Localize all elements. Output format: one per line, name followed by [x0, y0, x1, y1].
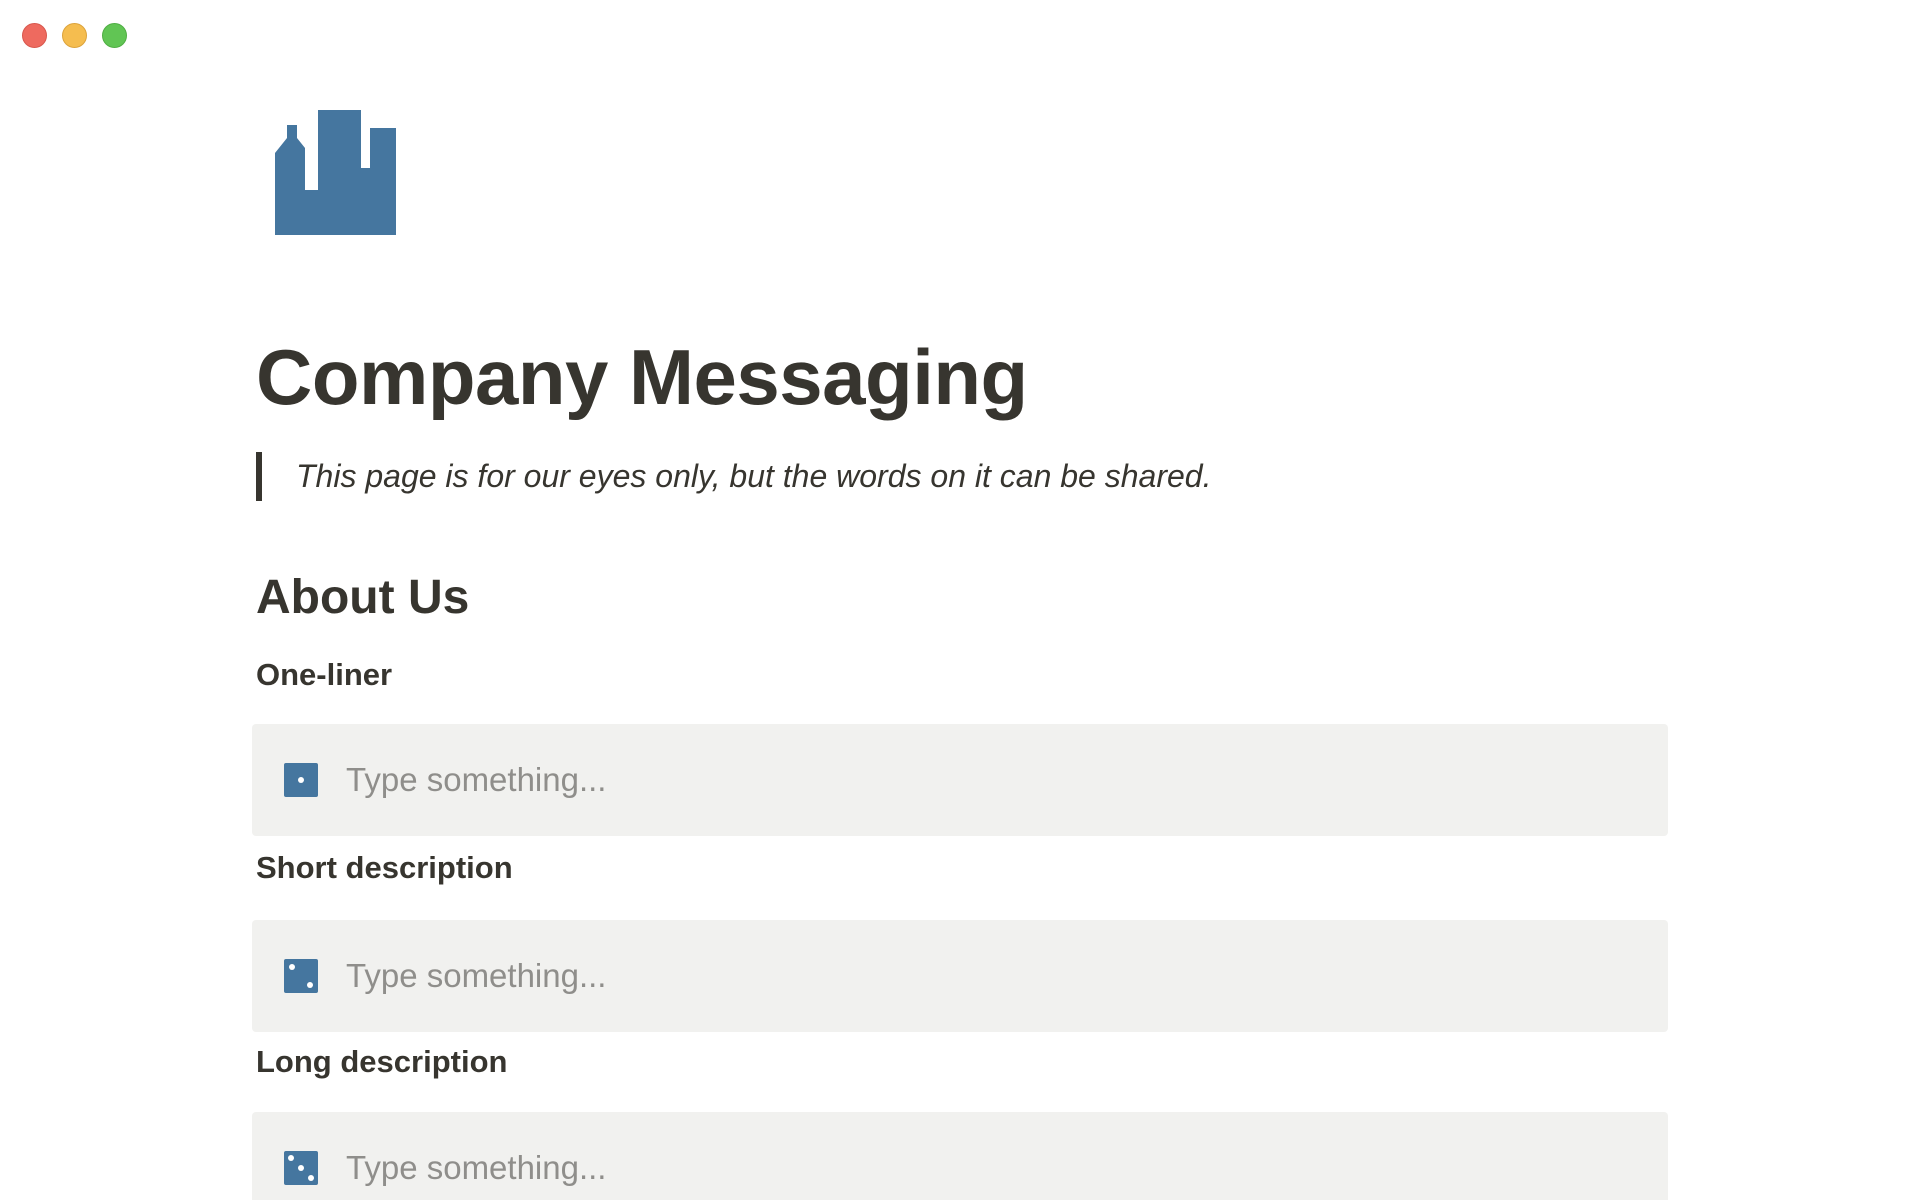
short-description-callout[interactable]: [252, 920, 1668, 1032]
long-description-input[interactable]: [346, 1149, 1596, 1187]
short-description-input[interactable]: [346, 957, 1596, 995]
about-us-heading[interactable]: About Us: [256, 568, 469, 628]
dice-two-icon[interactable]: [284, 959, 318, 993]
window-controls: [22, 23, 127, 48]
short-description-label[interactable]: Short description: [256, 848, 513, 888]
maximize-window-button[interactable]: [102, 23, 127, 48]
app-window: Company Messaging This page is for our e…: [0, 0, 1920, 1200]
minimize-window-button[interactable]: [62, 23, 87, 48]
long-description-callout[interactable]: [252, 1112, 1668, 1200]
one-liner-label[interactable]: One-liner: [256, 655, 392, 695]
quote-text: This page is for our eyes only, but the …: [296, 458, 1212, 494]
one-liner-input[interactable]: [346, 761, 1596, 799]
page-title[interactable]: Company Messaging: [256, 330, 1028, 424]
close-window-button[interactable]: [22, 23, 47, 48]
dice-one-icon[interactable]: [284, 763, 318, 797]
dice-three-icon[interactable]: [284, 1151, 318, 1185]
long-description-label[interactable]: Long description: [256, 1042, 507, 1082]
page-quote[interactable]: This page is for our eyes only, but the …: [256, 452, 1211, 501]
one-liner-callout[interactable]: [252, 724, 1668, 836]
city-buildings-icon[interactable]: [275, 110, 400, 235]
